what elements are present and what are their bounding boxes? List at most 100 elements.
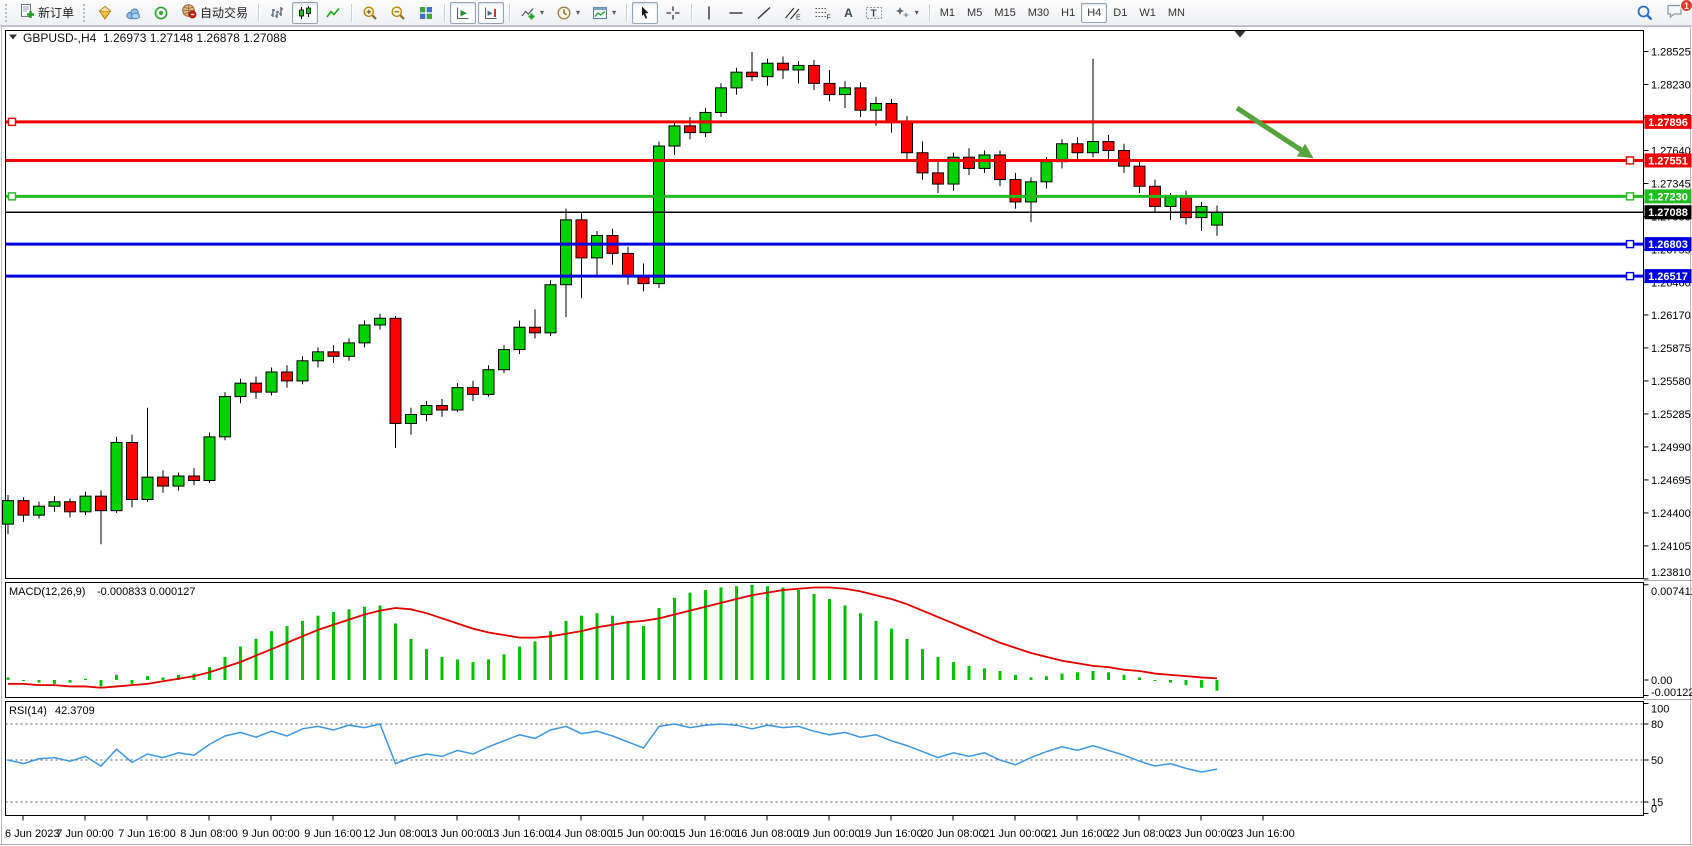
horizontal-line-tool[interactable]: [723, 2, 749, 24]
line-handle[interactable]: [9, 193, 16, 200]
auto-scroll-button[interactable]: [450, 2, 476, 24]
templates-button[interactable]: ▾: [587, 2, 621, 24]
signals-button[interactable]: [148, 2, 174, 24]
macd-bar: [487, 659, 490, 680]
candle-body: [747, 72, 758, 76]
arrows-tool[interactable]: ▾: [890, 2, 924, 24]
line-handle[interactable]: [1627, 241, 1634, 248]
periods-button[interactable]: ▾: [551, 2, 585, 24]
candle-body: [499, 350, 510, 370]
candle-body: [96, 496, 107, 511]
new-order-button[interactable]: 新订单: [14, 2, 79, 24]
timeframe-h1[interactable]: H1: [1055, 3, 1081, 23]
zoom-out-button[interactable]: [385, 2, 411, 24]
candle-body: [902, 121, 913, 152]
macd-label: MACD(12,26,9): [9, 586, 85, 598]
indicators-icon: [520, 5, 536, 21]
chart-shift-button[interactable]: [478, 2, 504, 24]
macd-bar: [689, 593, 692, 680]
macd-bar: [751, 585, 754, 680]
svg-text:1.27230: 1.27230: [1648, 191, 1688, 203]
macd-bar: [472, 662, 475, 680]
tile-windows-icon: [418, 5, 434, 21]
line-chart-button[interactable]: [320, 2, 346, 24]
timeframe-mn[interactable]: MN: [1162, 3, 1191, 23]
time-label: 14 Jun 08:00: [549, 828, 613, 840]
rsi-label: RSI(14): [9, 705, 47, 717]
timeframe-m5[interactable]: M5: [961, 3, 988, 23]
time-label: 7 Jun 00:00: [56, 828, 114, 840]
candle-body: [654, 146, 665, 284]
label-tool[interactable]: T: [860, 2, 888, 24]
timeframe-m30[interactable]: M30: [1022, 3, 1055, 23]
zoom-in-button[interactable]: [357, 2, 383, 24]
line-handle[interactable]: [1627, 273, 1634, 280]
candle-body: [297, 361, 308, 381]
search-button[interactable]: [1631, 2, 1659, 24]
candle-body: [437, 406, 448, 410]
macd-bar: [549, 631, 552, 680]
rsi-tick-label: 0: [1651, 804, 1657, 816]
line-handle[interactable]: [1627, 193, 1634, 200]
line-handle[interactable]: [9, 118, 16, 125]
candle-body: [917, 153, 928, 173]
macd-bar: [813, 594, 816, 680]
gold-badge-button[interactable]: [92, 2, 118, 24]
candle-body: [359, 325, 370, 343]
macd-bar: [828, 599, 831, 680]
indicators-button[interactable]: ▾: [515, 2, 549, 24]
macd-bar: [999, 671, 1002, 680]
channel-icon: E: [784, 5, 802, 21]
timeframe-w1[interactable]: W1: [1133, 3, 1162, 23]
timeframe-m1[interactable]: M1: [934, 3, 961, 23]
tile-windows-button[interactable]: [413, 2, 439, 24]
line-chart-icon: [325, 5, 341, 21]
candle-body: [530, 327, 541, 333]
trendline-tool[interactable]: [751, 2, 777, 24]
time-label: 13 Jun 00:00: [425, 828, 489, 840]
candle-body: [468, 388, 479, 395]
candle-body: [1103, 142, 1114, 151]
vertical-line-tool[interactable]: [697, 2, 721, 24]
equidistant-channel-tool[interactable]: E: [779, 2, 807, 24]
candle-body: [964, 157, 975, 168]
toolbar-grip[interactable]: [5, 4, 10, 22]
candle-body: [313, 352, 324, 361]
price-tick-label: 1.23810: [1651, 567, 1691, 579]
macd-bar: [301, 621, 304, 680]
price-label-box: 1.27551: [1645, 153, 1692, 167]
macd-bar: [425, 649, 428, 680]
candle-body: [49, 502, 60, 506]
template-icon: [592, 5, 608, 21]
line-handle[interactable]: [1627, 157, 1634, 164]
text-tool[interactable]: A: [839, 2, 858, 24]
toolbar-grip[interactable]: [83, 4, 88, 22]
community-button[interactable]: [120, 2, 146, 24]
macd-bar: [766, 586, 769, 680]
auto-trading-button[interactable]: 自动交易: [176, 2, 253, 24]
price-chart[interactable]: 1.285251.282301.279351.276401.273451.270…: [0, 0, 1692, 846]
candle-body: [375, 318, 386, 325]
macd-bar: [1030, 677, 1033, 680]
candle-body: [514, 327, 525, 349]
bar-chart-button[interactable]: [264, 2, 290, 24]
fibonacci-tool[interactable]: F: [809, 2, 837, 24]
candlestick-chart-button[interactable]: [292, 2, 318, 24]
cloud-icon: [125, 5, 141, 21]
arrows-tool-icon: [895, 5, 911, 21]
price-tick-label: 1.26170: [1651, 310, 1691, 322]
timeframe-h4[interactable]: H4: [1081, 3, 1107, 23]
new-order-icon: [19, 3, 35, 22]
timeframe-m15[interactable]: M15: [988, 3, 1021, 23]
crosshair-button[interactable]: [660, 2, 686, 24]
zoom-in-icon: [362, 5, 378, 21]
candle-body: [111, 442, 122, 510]
timeframe-d1[interactable]: D1: [1107, 3, 1133, 23]
cursor-button[interactable]: [632, 2, 658, 24]
toolbar-separator: [509, 4, 510, 22]
cursor-icon: [637, 5, 653, 21]
macd-bar: [1216, 680, 1219, 691]
time-label: 20 Jun 08:00: [921, 828, 985, 840]
notification-badge[interactable]: 1: [1680, 0, 1692, 12]
candle-body: [840, 88, 851, 95]
